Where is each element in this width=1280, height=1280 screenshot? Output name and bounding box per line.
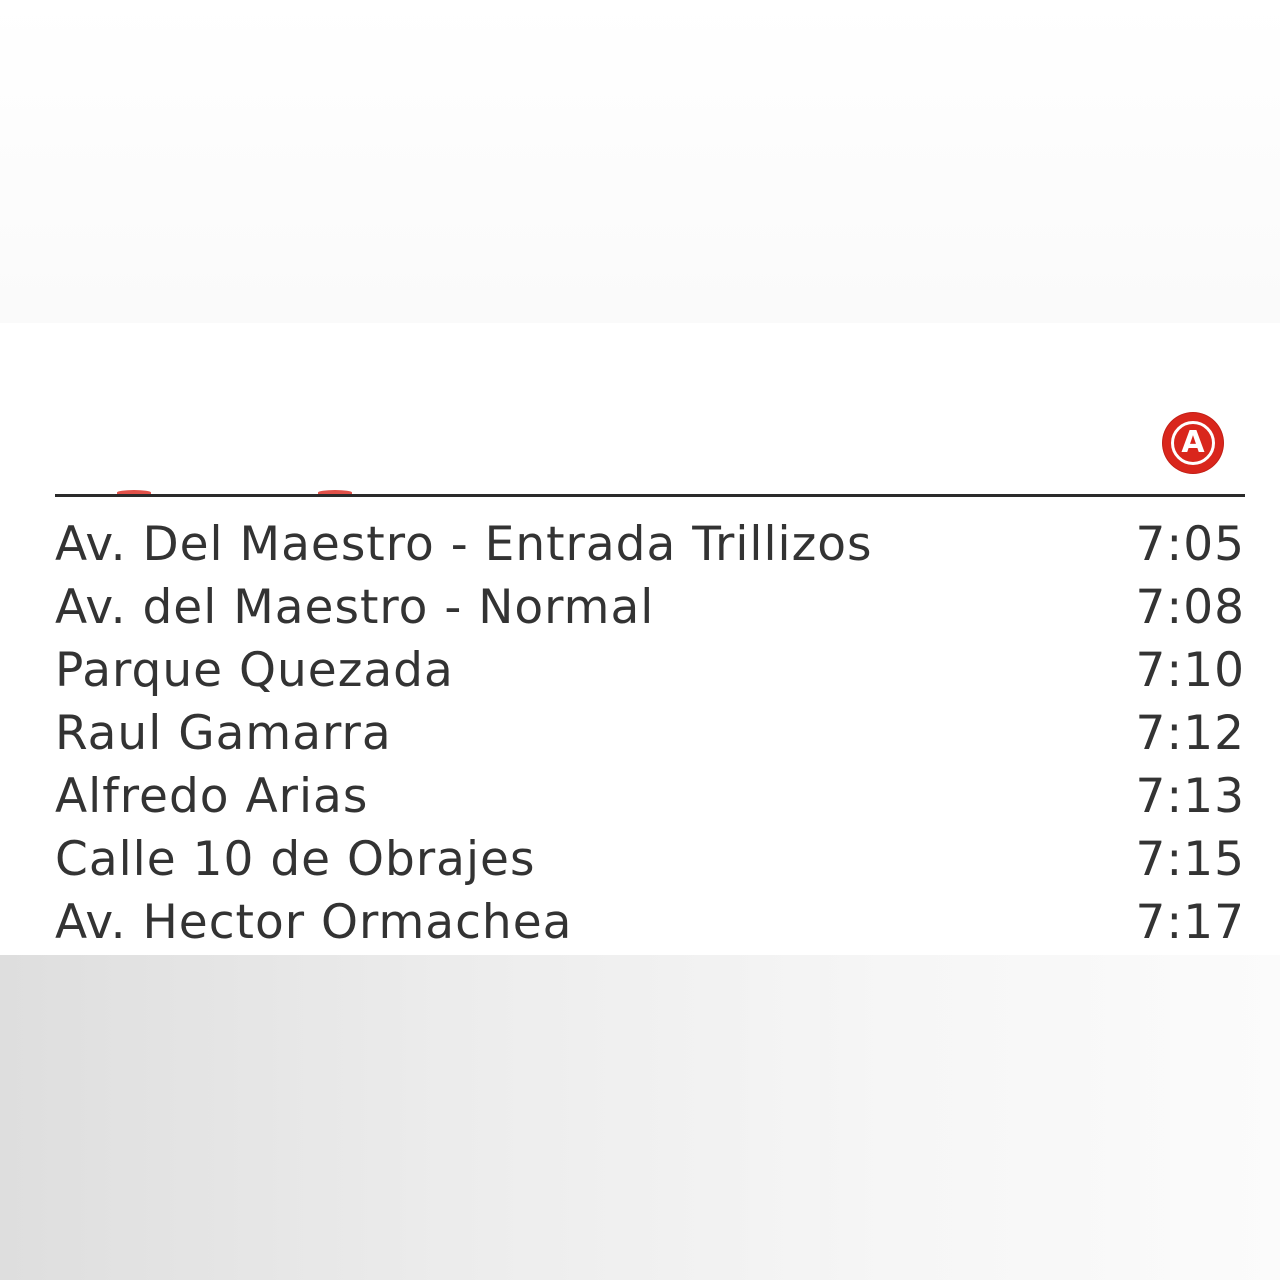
stop-time: 7:15 <box>1135 832 1245 887</box>
schedule-card: A Av. Del Maestro - Entrada Trillizos 7:… <box>0 323 1280 955</box>
header-divider <box>55 494 1245 497</box>
stop-time: 7:13 <box>1135 769 1245 824</box>
stop-time: 7:17 <box>1135 895 1245 950</box>
route-letter: A <box>1171 421 1215 465</box>
stop-row: Raul Gamarra 7:12 <box>55 702 1245 765</box>
stop-row: Av. Hector Ormachea 7:17 <box>55 891 1245 954</box>
stop-name: Raul Gamarra <box>55 706 392 761</box>
stop-time: 7:12 <box>1135 706 1245 761</box>
background-bottom <box>0 955 1280 1280</box>
stop-row: Alfredo Arias 7:13 <box>55 765 1245 828</box>
stop-name: Av. Hector Ormachea <box>55 895 573 950</box>
stop-row: Av. Del Maestro - Entrada Trillizos 7:05 <box>55 513 1245 576</box>
stop-list: Av. Del Maestro - Entrada Trillizos 7:05… <box>55 513 1245 954</box>
stop-name: Parque Quezada <box>55 643 454 698</box>
stop-time: 7:05 <box>1135 517 1245 572</box>
stop-row: Calle 10 de Obrajes 7:15 <box>55 828 1245 891</box>
stop-row: Av. del Maestro - Normal 7:08 <box>55 576 1245 639</box>
stop-time: 7:10 <box>1135 643 1245 698</box>
stop-name: Calle 10 de Obrajes <box>55 832 536 887</box>
route-badge: A <box>1163 413 1223 473</box>
stop-name: Av. Del Maestro - Entrada Trillizos <box>55 517 873 572</box>
stop-time: 7:08 <box>1135 580 1245 635</box>
stop-name: Alfredo Arias <box>55 769 369 824</box>
stop-name: Av. del Maestro - Normal <box>55 580 655 635</box>
stop-row: Parque Quezada 7:10 <box>55 639 1245 702</box>
